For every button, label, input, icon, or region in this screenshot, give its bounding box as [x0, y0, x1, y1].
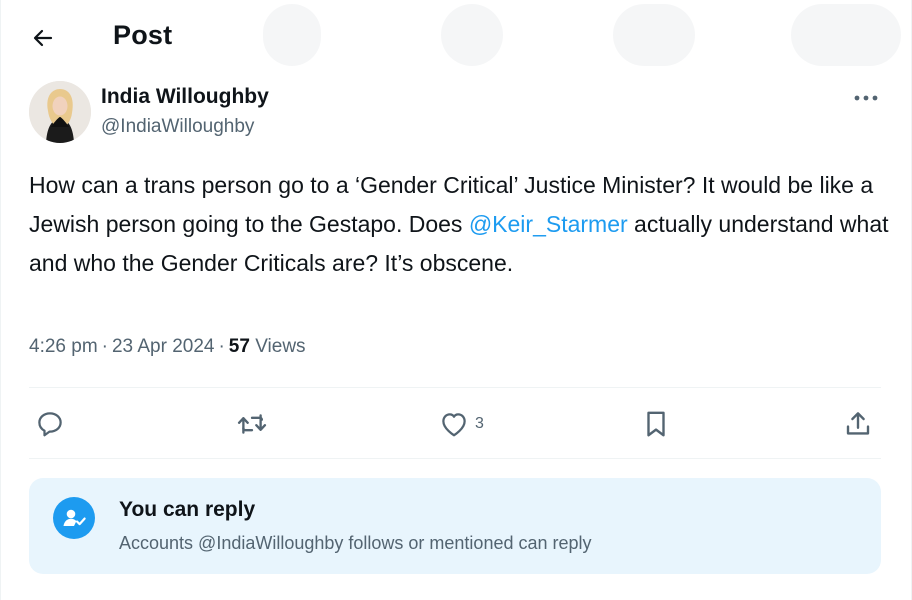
meta-separator: ·	[101, 336, 108, 357]
share-button[interactable]	[843, 404, 873, 444]
arrow-left-icon	[33, 29, 53, 47]
reply-icon	[38, 412, 62, 437]
meta-separator: ·	[218, 336, 225, 357]
back-button[interactable]	[23, 18, 63, 58]
share-icon	[846, 412, 870, 435]
mention-link[interactable]: @Keir_Starmer	[469, 211, 628, 237]
post-page: Post India Willoughby @IndiaWilloughby H…	[0, 0, 912, 600]
reply-notice-subtitle: Accounts @IndiaWilloughby follows or men…	[119, 533, 592, 553]
more-options-button[interactable]	[849, 84, 883, 112]
tweet-time[interactable]: 4:26 pm	[29, 336, 98, 357]
reply-button[interactable]	[35, 404, 65, 444]
avatar-image	[29, 81, 91, 143]
author-name[interactable]: India Willoughby	[101, 85, 269, 109]
bookmark-button[interactable]	[642, 404, 670, 444]
divider	[29, 387, 881, 388]
heart-icon	[442, 413, 466, 437]
tweet-meta: 4:26 pm · 23 Apr 2024 · 57 Views	[29, 336, 306, 358]
retweet-icon	[237, 414, 267, 434]
reply-notice-title: You can reply	[119, 498, 256, 521]
like-count: 3	[475, 415, 484, 432]
avatar[interactable]	[29, 81, 91, 143]
page-header: Post	[1, 0, 912, 76]
author-handle[interactable]: @IndiaWilloughby	[101, 116, 254, 138]
retweet-button[interactable]	[236, 404, 268, 444]
views-label: Views	[255, 336, 306, 357]
user-check-icon	[53, 497, 95, 539]
divider	[29, 458, 881, 459]
like-button[interactable]: 3	[439, 404, 484, 444]
more-horizontal-icon	[854, 95, 878, 101]
tweet-text: How can a trans person go to a ‘Gender C…	[29, 166, 889, 283]
reply-restriction-notice: You can reply Accounts @IndiaWilloughby …	[29, 478, 881, 574]
page-title: Post	[113, 20, 173, 50]
views-count: 57	[228, 336, 250, 357]
bookmark-icon	[647, 411, 665, 437]
tweet-date[interactable]: 23 Apr 2024	[112, 336, 214, 357]
